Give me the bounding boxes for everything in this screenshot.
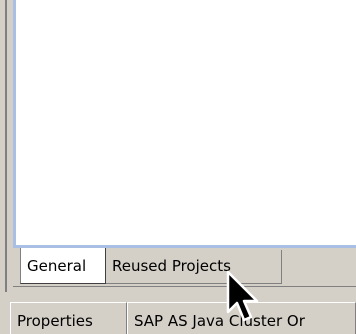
editor-content-area[interactable] [13, 0, 356, 248]
tab-strip-divider [13, 286, 356, 287]
tab-sap-as-java-cluster-label: SAP AS Java Cluster Or [134, 312, 305, 330]
frame-divider [5, 0, 7, 292]
arrow-pointer-icon [226, 270, 259, 322]
window-frame-edge [0, 0, 4, 334]
tab-properties-label: Properties [17, 312, 93, 330]
tab-general[interactable]: General [20, 248, 106, 284]
tab-properties[interactable]: Properties [10, 302, 127, 334]
tab-general-label: General [27, 257, 87, 275]
tab-reused-projects-label: Reused Projects [112, 257, 231, 275]
eclipse-editor-fragment: General Reused Projects Properties SAP A… [0, 0, 356, 334]
